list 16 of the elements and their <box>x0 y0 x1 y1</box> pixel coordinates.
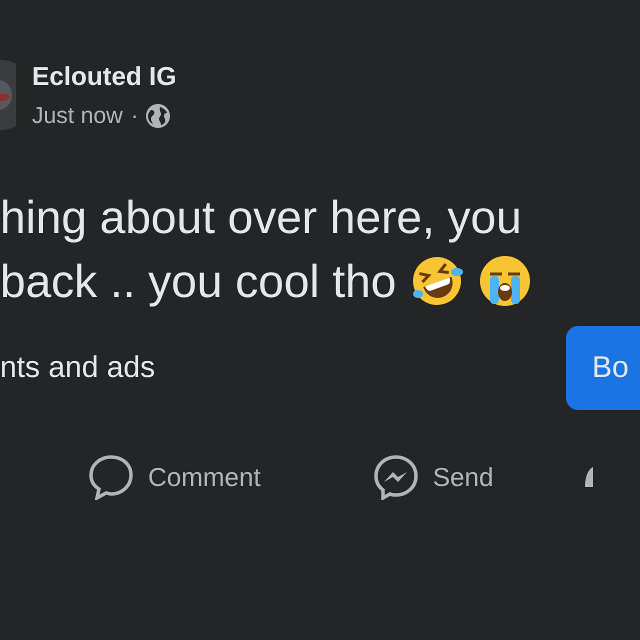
author-name[interactable]: Eclouted IG <box>32 61 176 92</box>
post-text: hing about over here, you <box>0 190 522 245</box>
boost-button[interactable]: Bo <box>566 326 640 410</box>
promo-text: nts and ads <box>0 351 156 385</box>
send-button[interactable]: Send <box>372 454 494 500</box>
avatar[interactable] <box>0 60 16 130</box>
cut-off-icon <box>585 467 594 487</box>
messenger-icon <box>372 454 419 500</box>
crying-emoji-icon <box>478 254 532 308</box>
comment-button[interactable]: Comment <box>88 454 261 500</box>
globe-icon <box>146 104 170 128</box>
laughing-emoji-icon <box>410 254 464 308</box>
comment-icon <box>88 454 134 500</box>
post-text: back .. you cool tho <box>0 254 396 309</box>
separator-dot: · <box>130 102 138 129</box>
post-time[interactable]: Just now <box>32 102 123 129</box>
